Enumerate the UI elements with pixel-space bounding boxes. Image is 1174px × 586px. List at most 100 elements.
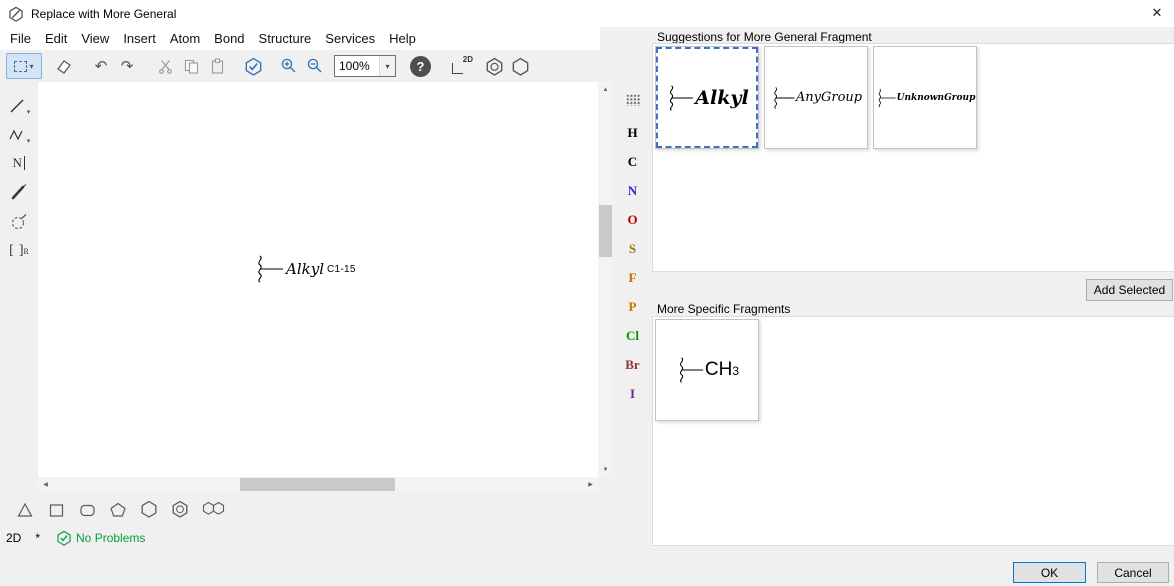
menubar: File Edit View Insert Atom Bond Structur…: [0, 27, 600, 50]
chevron-down-icon: ▾: [27, 108, 31, 116]
zoom-in-button[interactable]: [276, 53, 302, 79]
dimension-mode-label[interactable]: 2D: [6, 531, 21, 545]
text-tool-button[interactable]: N: [2, 150, 36, 176]
zoom-in-icon: [280, 57, 298, 75]
horizontal-scrollbar[interactable]: ◀ ▶: [38, 477, 598, 492]
rect-select-icon: [14, 61, 27, 72]
suggestion-card-unknowngroup[interactable]: UnknownGroup: [873, 46, 977, 149]
suggestion-card-alkyl[interactable]: Alkyl: [655, 46, 759, 149]
element-H[interactable]: H: [613, 120, 652, 146]
cyclopentane-template-button[interactable]: [74, 496, 100, 522]
menu-file[interactable]: File: [3, 28, 38, 49]
menu-insert[interactable]: Insert: [116, 28, 163, 49]
clean-2d-button[interactable]: 2D: [449, 53, 475, 79]
suggestion-card-anygroup[interactable]: AnyGroup: [764, 46, 868, 149]
element-P[interactable]: P: [613, 294, 652, 320]
template-shape-bar: [0, 493, 230, 525]
eraser-icon: [54, 57, 72, 75]
menu-help[interactable]: Help: [382, 28, 423, 49]
attachment-point-icon: [770, 86, 796, 110]
check-structure-button[interactable]: [240, 53, 266, 79]
brush-icon: [10, 183, 28, 201]
horizontal-scrollbar-thumb[interactable]: [240, 478, 395, 491]
element-F[interactable]: F: [613, 265, 652, 291]
fused-rings-template-button[interactable]: [198, 496, 230, 522]
benzene-template-button[interactable]: [167, 496, 193, 522]
menu-bond[interactable]: Bond: [207, 28, 251, 49]
app-icon: [8, 6, 24, 22]
suggestion-label: Alkyl: [695, 87, 748, 109]
element-N[interactable]: N: [613, 178, 652, 204]
chain-tool-button[interactable]: ▾: [2, 122, 36, 148]
cyclopropane-template-button[interactable]: [12, 496, 38, 522]
brush-tool-button[interactable]: [2, 179, 36, 205]
cyclohexane-template-button[interactable]: [136, 496, 162, 522]
ring-tool-button[interactable]: [2, 209, 36, 235]
bracket-r-label: R: [24, 247, 29, 256]
close-button[interactable]: ✕: [1142, 0, 1172, 26]
vertical-scrollbar-thumb[interactable]: [599, 205, 612, 257]
cut-icon: [157, 58, 174, 75]
fragment-label: Alkyl: [286, 260, 324, 278]
menu-edit[interactable]: Edit: [38, 28, 74, 49]
element-I[interactable]: I: [613, 381, 652, 407]
copy-button[interactable]: [178, 53, 204, 79]
periodic-table-grid-icon[interactable]: [626, 94, 641, 106]
specific-fragments-list: CH3: [652, 316, 1174, 546]
redo-button[interactable]: ↷: [114, 53, 140, 79]
drawing-canvas[interactable]: Alkyl C1-15: [38, 82, 598, 477]
scroll-left-button[interactable]: ◀: [38, 477, 53, 492]
chevron-down-icon: ▾: [27, 137, 31, 145]
titlebar: Replace with More General ✕: [0, 0, 1174, 27]
undo-button[interactable]: ↶: [88, 53, 114, 79]
cyclobutane-template-button[interactable]: [43, 496, 69, 522]
eraser-button[interactable]: [50, 53, 76, 79]
structure-ok-icon: [56, 530, 72, 546]
add-selected-button[interactable]: Add Selected: [1086, 279, 1173, 301]
element-Br[interactable]: Br: [613, 352, 652, 378]
menu-view[interactable]: View: [74, 28, 116, 49]
element-O[interactable]: O: [613, 207, 652, 233]
canvas-fragment-alkyl[interactable]: Alkyl C1-15: [253, 255, 356, 283]
bracket-tool-button[interactable]: [ ] R: [2, 238, 36, 264]
hexagon-icon: [140, 500, 158, 518]
cut-button[interactable]: [152, 53, 178, 79]
rounded-pentagon-icon: [79, 501, 96, 518]
pentagon-template-button[interactable]: [105, 496, 131, 522]
zoom-out-button[interactable]: [302, 53, 328, 79]
check-structure-icon: [244, 57, 263, 76]
no-problems-indicator[interactable]: No Problems: [56, 530, 145, 546]
vertical-scrollbar[interactable]: ▲ ▼: [598, 82, 613, 477]
statusbar: 2D * No Problems: [0, 527, 650, 549]
specific-card-ch3[interactable]: CH3: [655, 319, 759, 421]
suggestions-list: Alkyl AnyGroup UnknownGroup: [652, 43, 1174, 272]
status-message: No Problems: [76, 531, 145, 545]
ok-button[interactable]: OK: [1013, 562, 1086, 583]
attachment-point-icon: [675, 356, 705, 384]
help-button[interactable]: ?: [410, 56, 431, 77]
text-tool-icon: N: [13, 155, 22, 171]
hexagon-icon: [511, 57, 530, 76]
scroll-up-button[interactable]: ▲: [598, 82, 613, 97]
element-Cl[interactable]: Cl: [613, 323, 652, 349]
scroll-down-button[interactable]: ▼: [598, 462, 613, 477]
fragment-formula: CH3: [705, 359, 739, 381]
modified-indicator: *: [35, 531, 40, 545]
cancel-button[interactable]: Cancel: [1097, 562, 1169, 583]
scroll-right-button[interactable]: ▶: [583, 477, 598, 492]
aromatize-button[interactable]: [481, 53, 507, 79]
menu-atom[interactable]: Atom: [163, 28, 207, 49]
zoom-level-select[interactable]: 100% ▾: [334, 55, 396, 77]
menu-services[interactable]: Services: [318, 28, 382, 49]
paste-button[interactable]: [204, 53, 230, 79]
element-S[interactable]: S: [613, 236, 652, 262]
hexagon-template-button[interactable]: [507, 53, 533, 79]
rect-select-button[interactable]: ▾: [6, 53, 42, 79]
pentagon-icon: [110, 501, 127, 518]
element-C[interactable]: C: [613, 149, 652, 175]
app-window: Replace with More General ✕ File Edit Vi…: [0, 0, 1174, 586]
bond-tool-button[interactable]: ▾: [2, 93, 36, 119]
zoom-level-value: 100%: [339, 59, 370, 73]
bond-icon: [8, 97, 26, 115]
menu-structure[interactable]: Structure: [252, 28, 319, 49]
